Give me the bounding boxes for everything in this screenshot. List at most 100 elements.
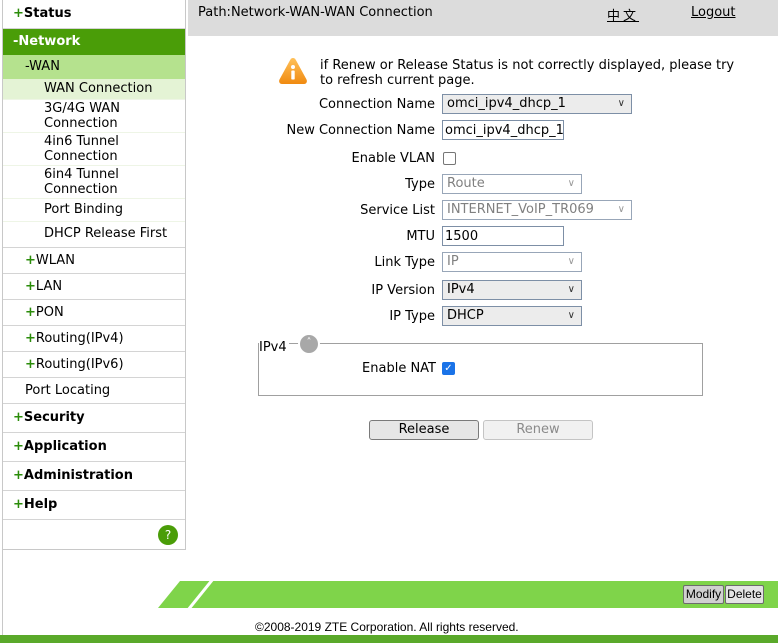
enable-vlan-row: Enable VLAN [188, 148, 778, 170]
sidebar-item-wan[interactable]: -WAN [3, 55, 185, 79]
top-header: Path:Network-WAN-WAN Connection 中文 Logou… [188, 0, 778, 36]
sidebar-subitem-label: Connection [44, 149, 118, 164]
sidebar-subitem-port-binding[interactable]: Port Binding [3, 199, 185, 222]
link-type-label: Link Type [374, 255, 435, 270]
type-select[interactable]: Route ∨ [442, 174, 582, 194]
language-link[interactable]: 中文 [607, 5, 639, 24]
chevron-down-icon: ∨ [617, 204, 625, 215]
expand-plus-icon: + [13, 467, 24, 483]
connection-name-select[interactable]: omci_ipv4_dhcp_1 ∨ [442, 94, 632, 114]
sidebar-item-network[interactable]: -Network [3, 29, 185, 55]
select-value: INTERNET_VoIP_TR069 [447, 202, 594, 217]
sidebar-item-status[interactable]: +Status [3, 0, 185, 29]
mtu-row: MTU [188, 226, 778, 248]
new-connection-name-input[interactable] [442, 120, 564, 140]
chevron-down-icon: ∨ [567, 310, 575, 321]
sidebar-item-label: Routing(IPv4) [35, 330, 124, 346]
bottom-bar [0, 635, 778, 643]
chevron-down-icon: ∨ [617, 98, 625, 109]
sidebar-subitem-4in6-tunnel-connection[interactable]: 4in6 Tunnel Connection [3, 133, 185, 166]
breadcrumb: Path:Network-WAN-WAN Connection [198, 5, 433, 20]
sidebar-item-lan[interactable]: +LAN [3, 274, 185, 300]
connection-name-row: Connection Name omci_ipv4_dhcp_1 ∨ [188, 94, 778, 116]
select-value: IP [447, 254, 459, 269]
sidebar-item-label: Application [23, 438, 107, 454]
notice-text: if Renew or Release Status is not correc… [320, 58, 735, 88]
link-type-select[interactable]: IP ∨ [442, 252, 582, 272]
select-value: IPv4 [447, 282, 475, 297]
sidebar-subitem-dhcp-release-first[interactable]: DHCP Release First [3, 222, 185, 248]
enable-vlan-checkbox[interactable] [443, 152, 456, 165]
expand-plus-icon: + [25, 304, 36, 320]
sidebar-item-label: Routing(IPv6) [35, 356, 124, 372]
chevron-down-icon: ∨ [567, 178, 575, 189]
link-type-row: Link Type IP ∨ [188, 252, 778, 274]
type-row: Type Route ∨ [188, 174, 778, 196]
ipv4-legend: IPv4 [259, 340, 289, 355]
logout-link[interactable]: Logout [691, 5, 736, 20]
sidebar-item-label: Administration [23, 467, 133, 483]
renew-button[interactable]: Renew [483, 420, 593, 440]
service-list-label: Service List [360, 203, 435, 218]
sidebar-subitem-3g4g-wan-connection[interactable]: 3G/4G WAN Connection [3, 100, 185, 133]
new-connection-name-row: New Connection Name [188, 120, 778, 142]
sidebar-item-label: Security [23, 409, 85, 425]
sidebar-nav: +Status -Network -WAN WAN Connection 3G/… [2, 0, 186, 550]
help-question-icon[interactable]: ? [158, 525, 178, 545]
expand-plus-icon: + [25, 330, 36, 346]
sidebar-item-routing-ipv6[interactable]: +Routing(IPv6) [3, 352, 185, 378]
expand-plus-icon: + [13, 438, 24, 454]
expand-plus-icon: + [13, 6, 24, 21]
expand-plus-icon: + [25, 356, 36, 372]
chevron-down-icon: ∨ [567, 256, 575, 267]
expand-plus-icon: + [25, 252, 36, 268]
sidebar-item-label: WLAN [35, 252, 75, 268]
ip-version-select[interactable]: IPv4 ∨ [442, 280, 582, 300]
sidebar-subitem-6in4-tunnel-connection[interactable]: 6in4 Tunnel Connection [3, 166, 185, 199]
sidebar-subitem-label: 3G/4G WAN [44, 100, 120, 116]
sidebar-item-help[interactable]: +Help [3, 491, 185, 520]
copyright-text: ©2008-2019 ZTE Corporation. All rights r… [255, 620, 519, 634]
page-border [2, 550, 3, 635]
ip-version-row: IP Version IPv4 ∨ [188, 280, 778, 302]
sidebar-item-wlan[interactable]: +WLAN [3, 248, 185, 274]
enable-nat-row: Enable NAT ✓ [188, 358, 778, 380]
mtu-label: MTU [406, 229, 435, 244]
sidebar-item-routing-ipv4[interactable]: +Routing(IPv4) [3, 326, 185, 352]
sidebar-item-label: Status [23, 6, 72, 21]
sidebar-item-security[interactable]: +Security [3, 404, 185, 433]
ip-type-row: IP Type DHCP ∨ [188, 306, 778, 328]
select-value: omci_ipv4_dhcp_1 [447, 96, 566, 111]
sidebar-item-port-locating[interactable]: Port Locating [3, 378, 185, 404]
modify-button[interactable]: Modify [683, 585, 724, 604]
sidebar-item-administration[interactable]: +Administration [3, 462, 185, 491]
ip-version-label: IP Version [371, 283, 435, 298]
sidebar-item-label: LAN [35, 278, 63, 294]
delete-button[interactable]: Delete [725, 585, 764, 604]
release-button[interactable]: Release [369, 420, 479, 440]
service-list-row: Service List INTERNET_VoIP_TR069 ∨ [188, 200, 778, 222]
enable-nat-label: Enable NAT [362, 361, 436, 376]
sidebar-subitem-wan-connection[interactable]: WAN Connection [3, 79, 185, 100]
sidebar-item-application[interactable]: +Application [3, 433, 185, 462]
enable-nat-checkbox[interactable]: ✓ [442, 362, 455, 375]
new-connection-name-label: New Connection Name [286, 123, 435, 138]
type-label: Type [405, 177, 435, 192]
sidebar-subitem-label: Connection [44, 116, 118, 131]
service-list-select[interactable]: INTERNET_VoIP_TR069 ∨ [442, 200, 632, 220]
select-value: DHCP [447, 308, 484, 323]
sidebar-item-label: PON [35, 304, 64, 320]
expand-plus-icon: + [25, 278, 36, 294]
expand-plus-icon: + [13, 409, 24, 425]
enable-vlan-label: Enable VLAN [351, 151, 435, 166]
expand-plus-icon: + [13, 496, 24, 512]
chevron-down-icon: ∨ [567, 284, 575, 295]
sidebar-item-pon[interactable]: +PON [3, 300, 185, 326]
ip-type-label: IP Type [389, 309, 435, 324]
warning-icon [279, 58, 307, 84]
collapse-chevrons-up-icon[interactable]: ˄ [298, 333, 320, 355]
mtu-input[interactable] [442, 226, 564, 246]
select-value: Route [447, 176, 485, 191]
connection-name-label: Connection Name [318, 97, 435, 112]
ip-type-select[interactable]: DHCP ∨ [442, 306, 582, 326]
